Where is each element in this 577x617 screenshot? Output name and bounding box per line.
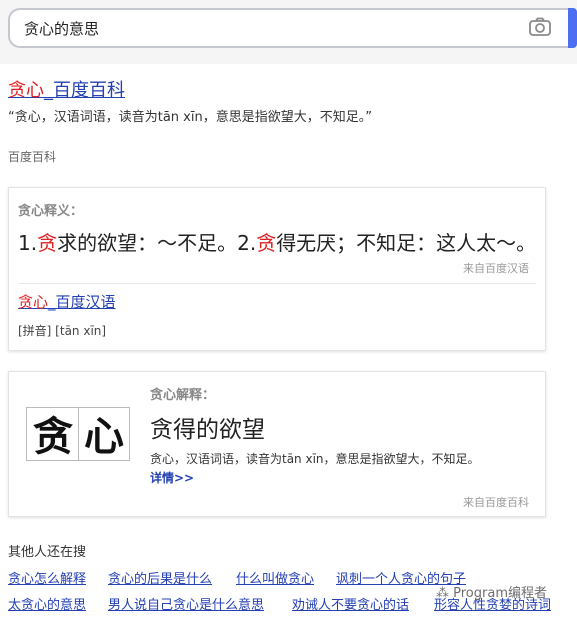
related-search-link[interactable]: 贪心的后果是什么 — [108, 568, 212, 587]
hanyu-link-highlight: 贪心 — [18, 293, 49, 311]
definition-part: 得无厌；不知足：这人太～。 — [276, 231, 537, 255]
related-search-link[interactable]: 什么叫做贪心 — [236, 568, 314, 587]
result-title-rest: _百度百科 — [44, 80, 125, 101]
related-search-link[interactable]: 男人说自己贪心是什么意思 — [108, 594, 264, 613]
related-searches-title: 其他人还在搜 — [8, 545, 87, 560]
result-source: 百度百科 — [8, 150, 57, 164]
camera-icon[interactable] — [528, 16, 552, 38]
definition-highlight: 贪 — [37, 231, 58, 255]
watermark-icon: ⁂ — [436, 586, 454, 601]
definition-text: 1.贪求的欲望：～不足。2.贪得无厌；不知足：这人太～。 — [18, 227, 536, 256]
watermark: ⁂ Program编程者 — [436, 582, 547, 601]
definition-highlight: 贪 — [256, 231, 277, 255]
related-search-link[interactable]: 太贪心的意思 — [8, 594, 86, 613]
result-description: “贪心，汉语词语，读音为tān xīn，意思是指欲望大，不知足。” — [8, 110, 372, 125]
image-divider — [78, 407, 79, 461]
related-search-link[interactable]: 劝诫人不要贪心的话 — [292, 594, 409, 613]
definition-part: 求的欲望：～不足。2. — [57, 231, 257, 255]
definition-source: 来自百度汉语 — [463, 262, 529, 275]
hanyu-link-rest: _百度汉语 — [48, 293, 116, 311]
search-query[interactable]: 贪心的意思 — [24, 18, 99, 39]
related-search-link[interactable]: 贪心怎么解释 — [8, 568, 86, 587]
pinyin-text: [拼音] [tān xīn] — [18, 324, 107, 338]
result-title-highlight: 贪心 — [8, 80, 44, 101]
result-title-link[interactable]: 贪心_百度百科 — [8, 76, 125, 102]
watermark-text: Program编程者 — [453, 586, 547, 601]
definition-part: 1. — [18, 231, 38, 255]
divider — [18, 283, 536, 284]
calligraphy-char: 心 — [84, 413, 124, 460]
hanyu-link[interactable]: 贪心_百度汉语 — [18, 291, 116, 312]
baike-description: 贪心，汉语词语，读音为tān xīn，意思是指欲望大，不知足。 — [150, 452, 480, 466]
baike-source: 来自百度百科 — [463, 496, 529, 509]
details-link[interactable]: 详情>> — [150, 469, 194, 486]
baike-heading: 贪心解释： — [150, 388, 216, 403]
calligraphy-char: 贪 — [33, 413, 73, 460]
baike-title: 贪得的欲望 — [150, 417, 265, 443]
definition-heading: 贪心释义： — [18, 204, 84, 219]
search-button[interactable] — [568, 8, 577, 48]
